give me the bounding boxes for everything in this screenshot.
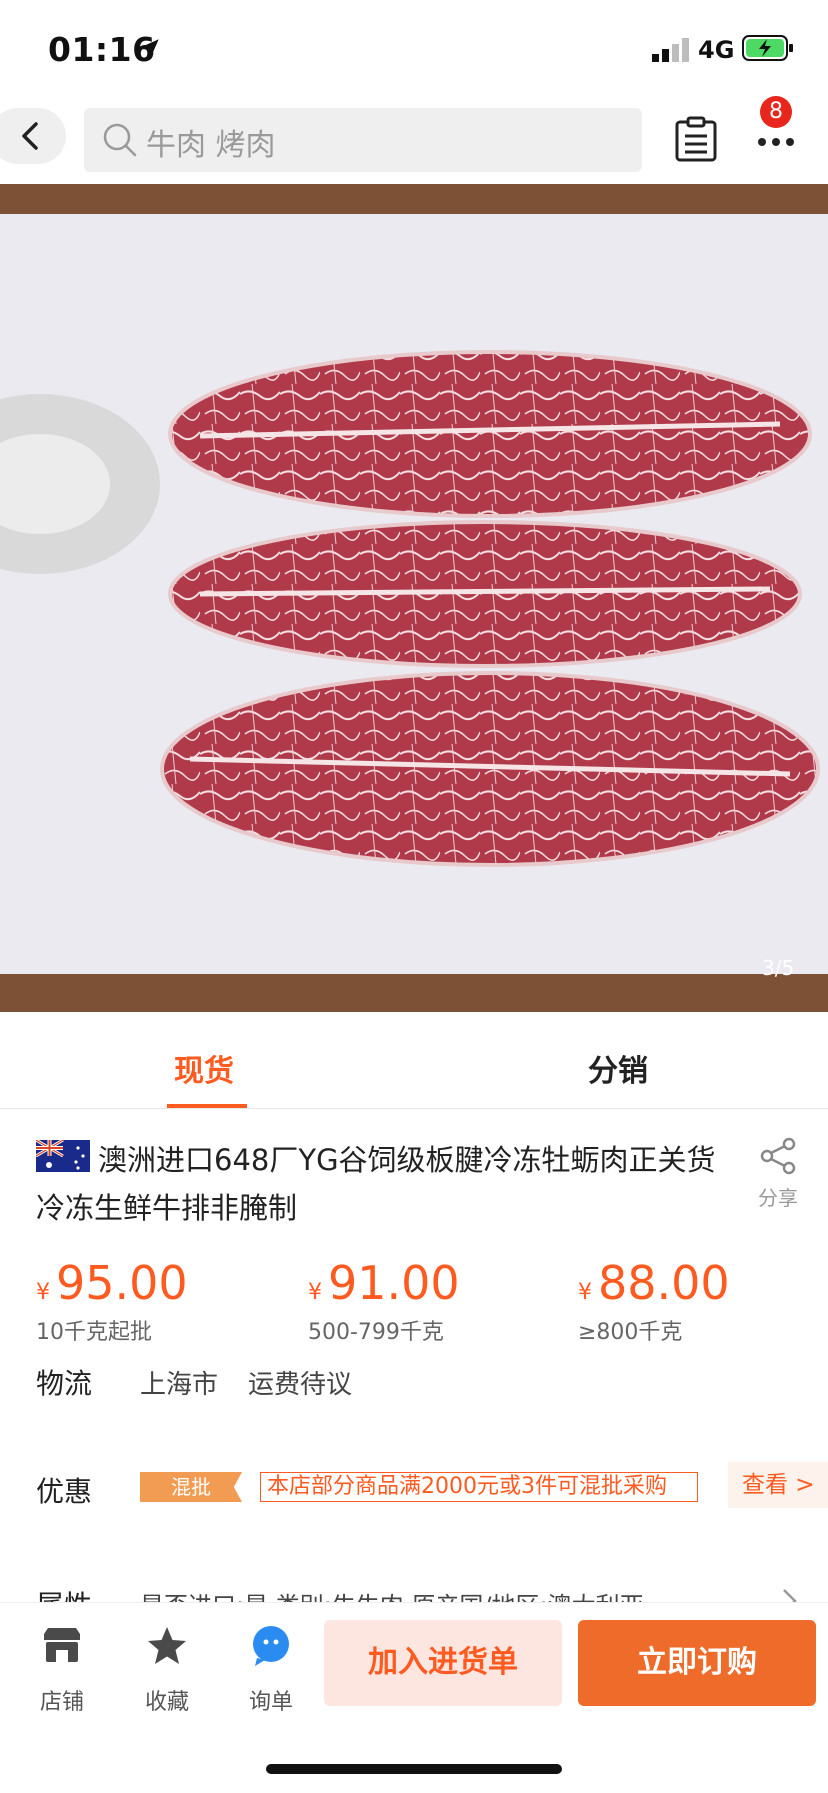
add-to-purchase-list-button[interactable]: 加入进货单 [324,1620,562,1706]
currency-symbol: ¥ [578,1280,592,1305]
price-quantity-range: 500-799千克 [308,1320,444,1345]
favorite-label: 收藏 [144,1690,189,1715]
logistics-label: 物流 [36,1367,93,1400]
home-indicator[interactable] [266,1764,562,1774]
search-icon [103,123,137,157]
promo-label: 优惠 [36,1475,93,1508]
logistics-city: 上海市 [140,1370,219,1400]
tab-distribution[interactable]: 分销 [588,1046,648,1090]
favorite-button[interactable]: 收藏 [127,1624,207,1716]
promo-view-more-button[interactable]: 查看 > [728,1462,828,1508]
image-counter: 3/5 [762,956,795,980]
store-icon [44,1628,80,1662]
promo-description: 本店部分商品满2000元或3件可混批采购 [260,1472,698,1502]
purchase-list-icon[interactable] [674,116,718,162]
star-icon [148,1627,186,1664]
price-value: 91.00 [328,1256,460,1310]
inquiry-button[interactable]: 询单 [231,1624,311,1716]
share-label[interactable]: 分享 [758,1182,798,1211]
beef-slices-photo [0,184,828,1012]
price-quantity-range: 10千克起批 [36,1320,152,1345]
back-button[interactable] [0,108,66,164]
currency-symbol: ¥ [308,1280,322,1305]
price-quantity-range: ≥800千克 [578,1320,683,1345]
more-options-icon[interactable] [756,128,796,156]
logistics-fee: 运费待议 [248,1370,353,1400]
location-arrow-icon [139,39,159,59]
store-button[interactable]: 店铺 [22,1624,102,1716]
cellular-signal-icon [652,38,689,62]
divider [0,1108,828,1109]
currency-symbol: ¥ [36,1280,50,1305]
store-label: 店铺 [39,1690,84,1715]
price-value: 88.00 [598,1256,730,1310]
price-tier-1: ¥95.00 10千克起批 [36,1256,188,1346]
network-type: 4G [698,36,735,64]
chevron-left-icon [22,122,38,150]
buy-now-button[interactable]: 立即订购 [578,1620,816,1706]
inquiry-label: 询单 [248,1690,293,1715]
product-title: 澳洲进口648厂YG谷饲级板腱冷冻牡蛎肉正关货冷冻生鲜牛排非腌制 [36,1143,716,1225]
price-value: 95.00 [56,1256,188,1310]
price-tier-3: ¥88.00 ≥800千克 [578,1256,730,1346]
search-query-text: 牛肉 烤肉 [146,128,276,163]
chat-icon [253,1626,289,1666]
tab-spot-goods[interactable]: 现货 [174,1046,234,1090]
battery-charging-icon [742,35,793,61]
product-image[interactable] [0,184,828,1012]
share-icon[interactable] [758,1136,798,1176]
price-tier-2: ¥91.00 500-799千克 [308,1256,460,1346]
message-count-badge: 8 [760,96,792,128]
mixed-batch-tag: 混批 [140,1472,242,1502]
